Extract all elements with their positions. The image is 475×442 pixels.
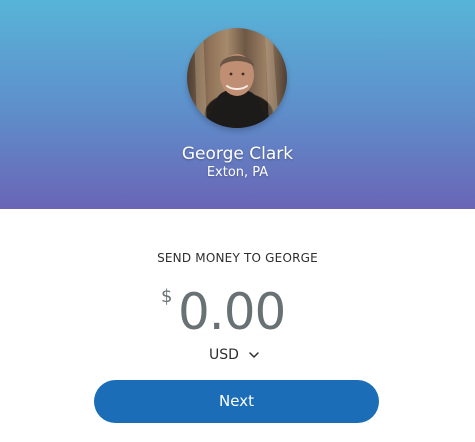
- currency-code: USD: [209, 347, 239, 363]
- recipient-avatar: [187, 28, 287, 128]
- currency-symbol: $: [161, 286, 173, 307]
- send-money-screen: George Clark Exton, PA SEND MONEY TO GEO…: [0, 0, 475, 442]
- send-money-heading: SEND MONEY TO GEORGE: [157, 251, 318, 265]
- recipient-header: George Clark Exton, PA: [0, 0, 475, 209]
- amount-display[interactable]: $ 0.00: [158, 283, 308, 341]
- currency-select[interactable]: USD: [207, 345, 267, 365]
- recipient-name: George Clark: [181, 144, 294, 164]
- recipient-location: Exton, PA: [206, 165, 269, 180]
- next-button[interactable]: Next: [94, 380, 379, 423]
- amount-value: 0.00: [178, 283, 286, 341]
- chevron-down-icon: [249, 352, 259, 358]
